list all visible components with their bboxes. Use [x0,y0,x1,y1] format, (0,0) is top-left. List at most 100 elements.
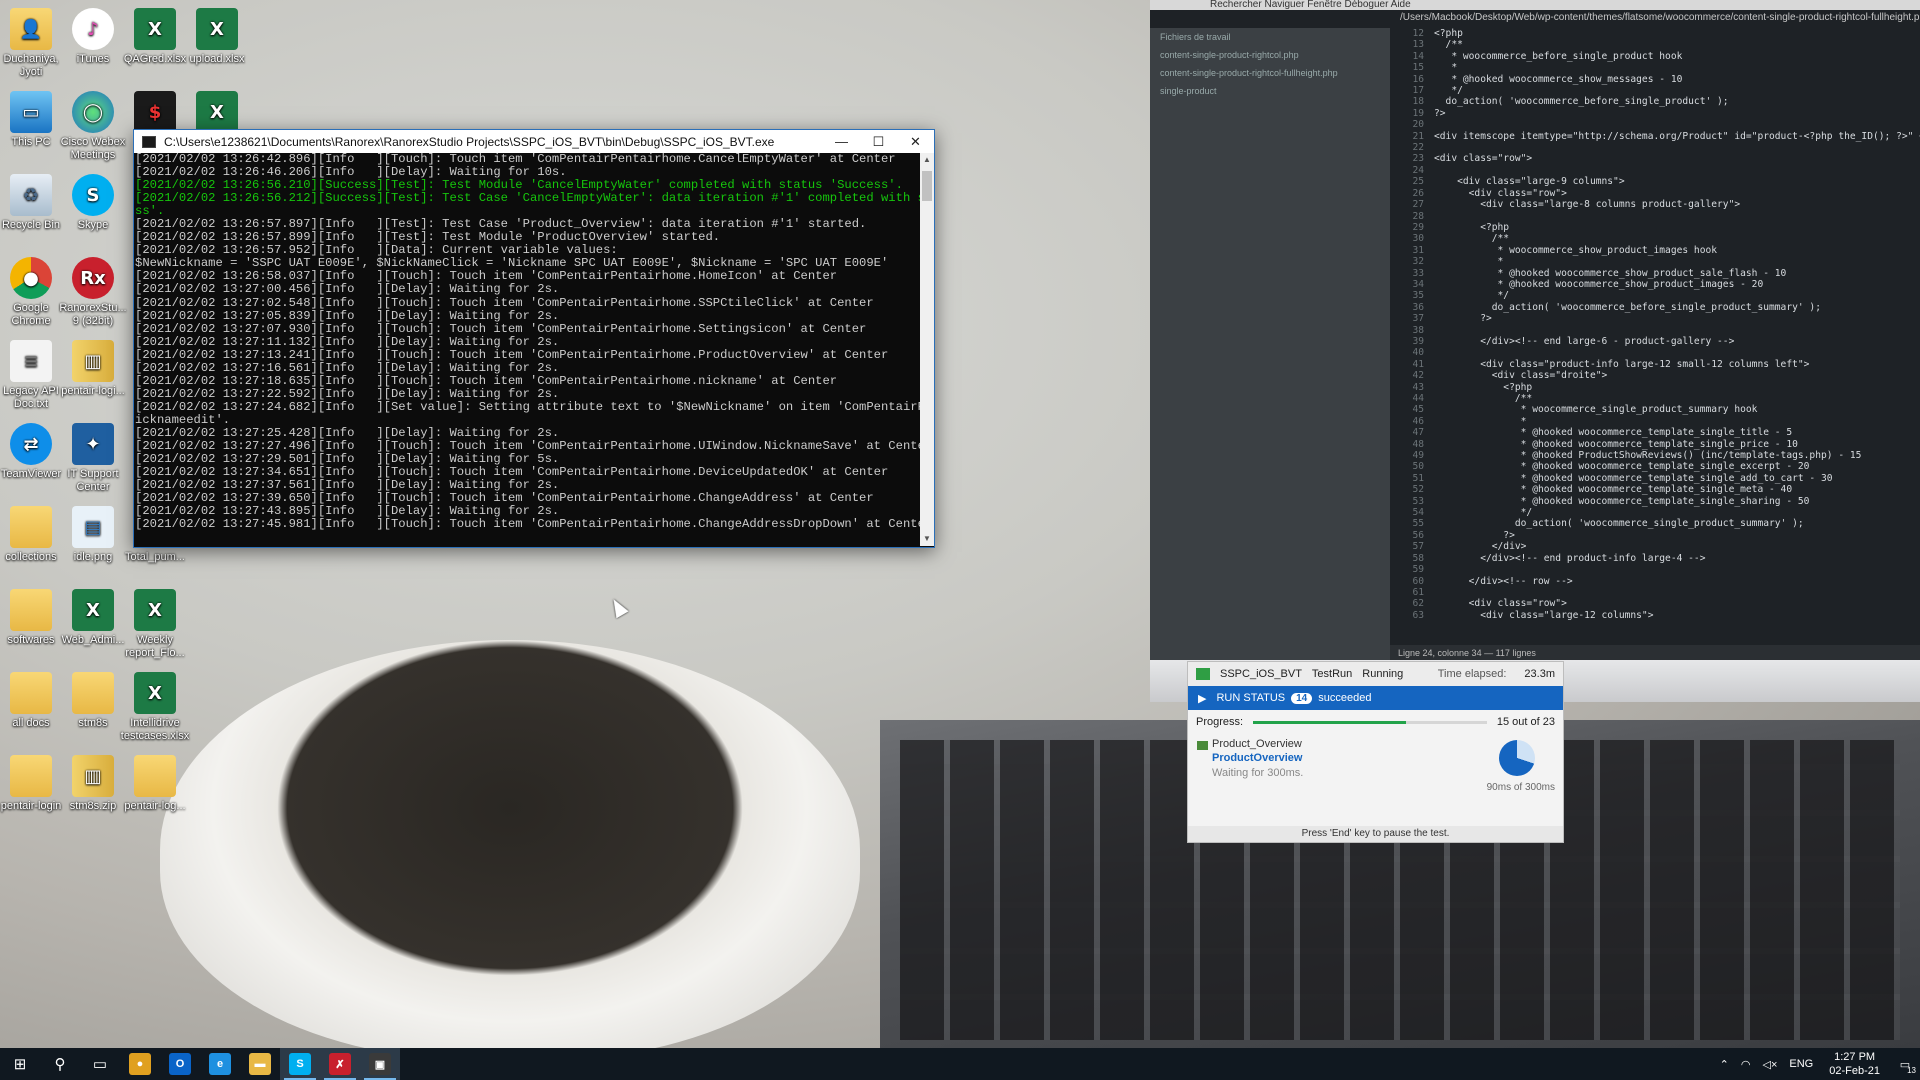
taskbar-internet-explorer[interactable]: e [200,1048,240,1080]
editor-code: 12 <?php 13 /** 14 * woocommerce_before_sin… [1398,28,1920,621]
line-number: 60 [1412,575,1424,587]
minimize-button[interactable]: — [823,130,860,153]
line-number: 22 [1412,142,1424,154]
console-window[interactable]: C:\Users\e1238621\Documents\Ranorex\Rano… [133,129,935,548]
code-line: 61 [1398,587,1918,598]
taskbar-apps: ⊞ ⚲ ▭ ● Oe ▬ S ✗ ▣ [0,1048,400,1080]
code-line: 50 * @hooked woocommerce_template_single… [1398,461,1918,472]
outlook-icon: O [169,1053,191,1075]
notification-center[interactable]: ▭ 13 [1890,1048,1920,1080]
line-number: 28 [1412,210,1424,222]
line-number: 16 [1412,73,1424,85]
code-line: 26 <div class="row"> [1398,188,1918,199]
image-icon: ▤ [72,506,114,548]
desktop-icon-label: RanorexStu... 9 (32bit) [59,302,127,327]
desktop-icon[interactable]: ▥ pentair-logi... [56,340,130,398]
line-number: 62 [1412,598,1424,610]
desktop-icon[interactable]: pentair-log... [118,755,192,813]
editor-sidebar-folder: single-product [1160,86,1217,96]
taskbar-console[interactable]: ▣ [360,1048,400,1080]
desktop-icon[interactable]: Xupload.xlsx [180,8,254,66]
webex-icon: ◯ [72,91,114,133]
taskbar-chrome[interactable]: ● [120,1048,160,1080]
line-number: 42 [1412,370,1424,382]
folder-icon [10,755,52,797]
taskbar-ranorex[interactable]: ✗ [320,1048,360,1080]
play-icon: ▶ [1198,692,1207,705]
code-line: 13 /** [1398,39,1918,50]
clock[interactable]: 1:27 PM 02-Feb-21 [1829,1050,1880,1078]
taskbar-outlook[interactable]: O [160,1048,200,1080]
code-text: <div class="row"> [1434,598,1567,610]
excel-icon: X [196,8,238,50]
scroll-up-icon[interactable]: ▲ [920,153,934,167]
line-number: 12 [1412,28,1424,39]
taskbar-skype[interactable]: S [280,1048,320,1080]
succeeded-label: succeeded [1318,692,1372,704]
line-number: 23 [1412,153,1424,165]
taskbar-start-button[interactable]: ⊞ [0,1048,40,1080]
code-text: * @hooked woocommerce_template_single_pr… [1434,438,1798,450]
line-number: 18 [1412,96,1424,108]
delay-progress-text: 90ms of 300ms [1486,782,1555,793]
line-number: 46 [1412,415,1424,427]
code-line: 17 */ [1398,85,1918,96]
log-line: [2021/02/02 13:27:45.981][Info ][Touch]:… [135,517,921,532]
desktop-icon-label: IT Support Center [67,468,119,493]
code-text: * @hooked woocommerce_show_product_image… [1434,278,1764,290]
log-line: [2021/02/02 13:27:24.682][Info ][Set val… [135,399,921,414]
line-number: 30 [1412,233,1424,245]
code-text: * @hooked ProductShowReviews() (inc/temp… [1434,450,1862,462]
code-line: 38 [1398,325,1918,336]
taskbar-file-explorer[interactable]: ▬ [240,1048,280,1080]
desktop-icon[interactable]: X Weekly report_Flo... [118,589,192,660]
ranorex-progress-panel: SSPC_iOS_BVT TestRun Running Time elapse… [1187,661,1564,843]
code-text: </div><!-- row --> [1434,575,1573,587]
desktop-icon[interactable]: Rx RanorexStu... 9 (32bit) [56,257,130,328]
ranorex-panel-header: SSPC_iOS_BVT TestRun Running Time elapse… [1188,662,1563,686]
code-text: * @hooked woocommerce_show_messages - 10 [1434,73,1683,85]
log-line: [2021/02/02 13:27:16.561][Info ][Delay]:… [135,360,560,375]
line-number: 27 [1412,199,1424,211]
desktop-icon-label: pentair-log... [124,800,186,812]
console-output[interactable]: [2021/02/02 13:26:42.896][Info ][Touch]:… [134,153,921,546]
tray-expand-icon[interactable]: ⌃ [1720,1058,1729,1071]
log-line: [2021/02/02 13:27:05.839][Info ][Delay]:… [135,308,560,323]
line-number: 37 [1412,313,1424,325]
taskbar-task-view-button[interactable]: ▭ [80,1048,120,1080]
code-line: 29 <?php [1398,222,1918,233]
search-button-icon: ⚲ [54,1056,66,1073]
line-number: 32 [1412,256,1424,268]
volume-mute-icon[interactable]: ◁× [1763,1058,1778,1071]
console-scrollbar[interactable]: ▲ ▼ [920,153,934,546]
desktop-icon[interactable]: ✦ IT Support Center [56,423,130,494]
editor-sidebar: Fichiers de travail content-single-produ… [1150,28,1390,660]
progress-row: Progress: 15 out of 23 [1188,710,1563,734]
code-text: * @hooked woocommerce_template_single_me… [1434,484,1793,496]
code-text: </div><!-- end large-6 - product-gallery… [1434,335,1735,347]
log-line: [2021/02/02 13:26:56.212][Success][Test]… [135,191,921,206]
excel-icon: X [134,672,176,714]
close-button[interactable]: ✕ [897,130,934,153]
task-view-button-icon: ▭ [92,1056,108,1073]
language-indicator[interactable]: ENG [1789,1058,1813,1070]
scrollbar-thumb[interactable] [922,171,932,201]
taskbar-search-button[interactable]: ⚲ [40,1048,80,1080]
maximize-button[interactable]: ☐ [860,130,897,153]
code-line: 53 * @hooked woocommerce_template_single… [1398,496,1918,507]
desktop-icon[interactable]: X Intellidrive testcases.xlsx [118,672,192,743]
desktop-icon[interactable]: S Skype [56,174,130,232]
console-app-icon [142,135,156,148]
code-line: 18 do_action( 'woocommerce_before_single… [1398,96,1918,107]
console-titlebar[interactable]: C:\Users\e1238621\Documents\Ranorex\Rano… [134,130,934,153]
line-number: 33 [1412,267,1424,279]
start-button-icon: ⊞ [13,1056,27,1073]
notification-count: 13 [1907,1066,1916,1075]
desktop-icon-label: upload.xlsx [189,53,245,65]
wifi-icon[interactable]: ◠ [1741,1058,1751,1071]
scroll-down-icon[interactable]: ▼ [920,532,934,546]
code-line: 20 [1398,119,1918,130]
user-folder-icon: 👤 [10,8,52,50]
it-support-icon: ✦ [72,423,114,465]
code-text: */ [1434,85,1463,97]
